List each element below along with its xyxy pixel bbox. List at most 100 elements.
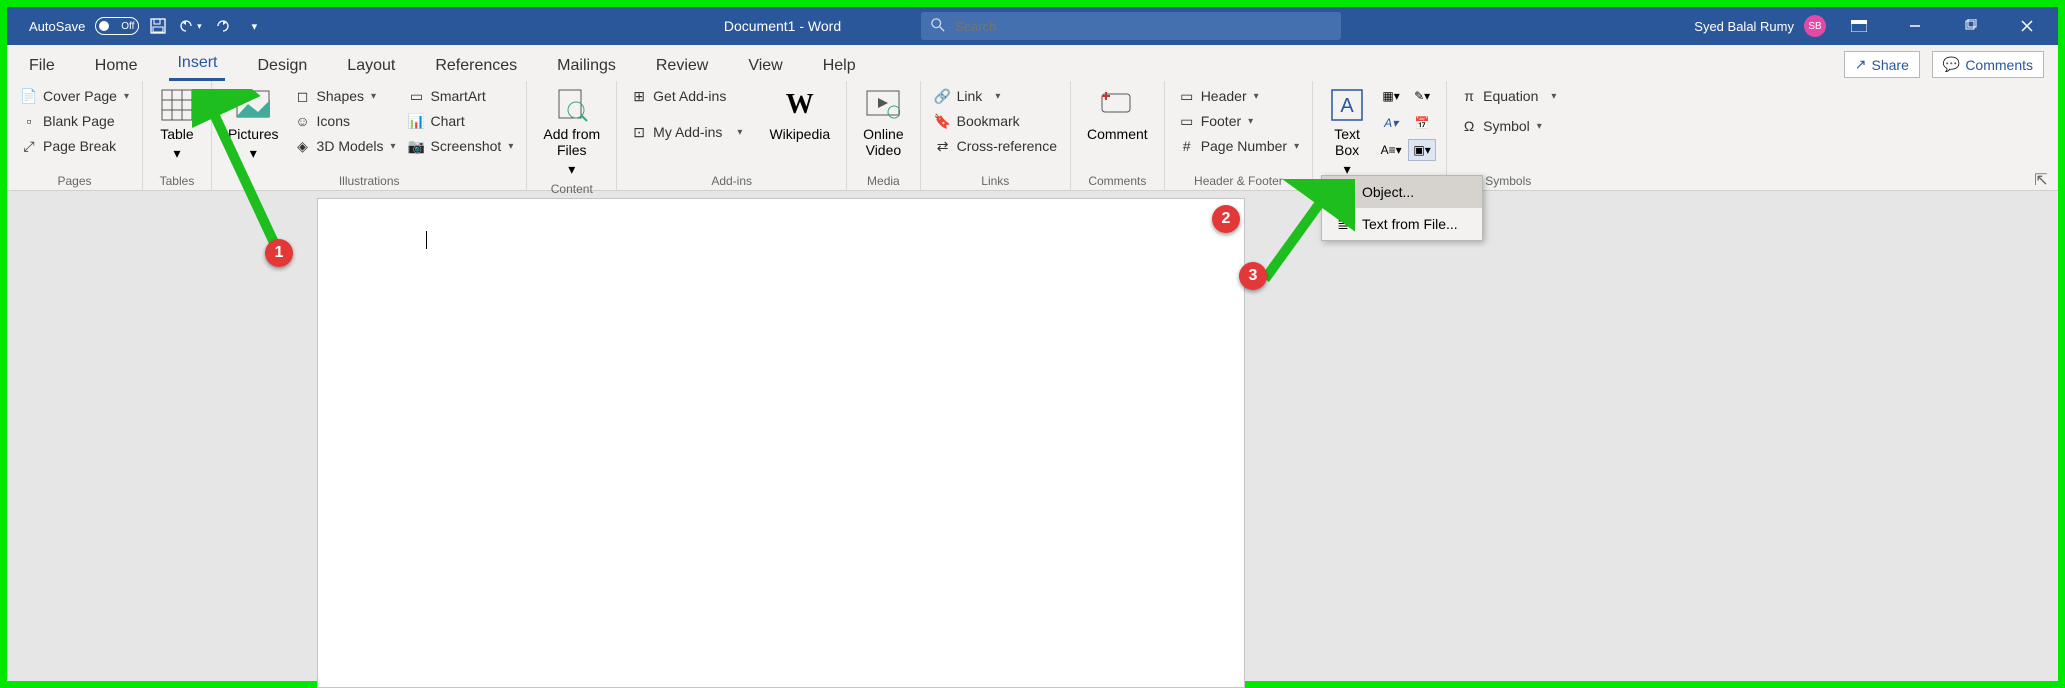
save-icon[interactable]	[145, 13, 171, 39]
add-from-files-button[interactable]: Add from Files▾	[537, 85, 606, 180]
share-button[interactable]: ↗Share	[1844, 51, 1920, 78]
tab-layout[interactable]: Layout	[339, 51, 403, 81]
wikipedia-icon: W	[782, 87, 818, 123]
menu-item-text-from-file[interactable]: ≣ Text from File...	[1322, 208, 1482, 240]
online-video-button[interactable]: Online Video	[857, 85, 909, 160]
group-tables: Table▾ Tables	[143, 81, 212, 190]
wikipedia-button[interactable]: W Wikipedia	[763, 85, 836, 144]
date-time-button[interactable]: 📅	[1408, 112, 1436, 134]
group-pages: 📄Cover Page▾ ▫Blank Page ⤢Page Break Pag…	[7, 81, 143, 190]
tab-design[interactable]: Design	[249, 51, 315, 81]
tab-mailings[interactable]: Mailings	[549, 51, 624, 81]
header-button[interactable]: ▭Header▾	[1175, 85, 1302, 107]
menu-item-object[interactable]: ▣ Object...	[1322, 176, 1482, 208]
group-media: Online Video Media	[847, 81, 920, 190]
comment-icon	[1099, 87, 1135, 123]
signature-line-button[interactable]: ✎▾	[1408, 85, 1436, 107]
header-icon: ▭	[1178, 87, 1196, 105]
chart-button[interactable]: 📊Chart	[405, 110, 517, 132]
comments-button[interactable]: 💬Comments	[1932, 51, 2044, 78]
document-title: Document1 - Word	[724, 18, 841, 34]
symbol-icon: Ω	[1460, 117, 1478, 135]
tab-references[interactable]: References	[427, 51, 525, 81]
quick-parts-button[interactable]: ▦▾	[1377, 85, 1405, 107]
wordart-button[interactable]: A▾	[1377, 112, 1405, 134]
comments-icon: 💬	[1943, 56, 1960, 73]
undo-icon[interactable]: ▾	[177, 13, 203, 39]
annotation-circle-1: 1	[265, 239, 293, 267]
equation-icon: π	[1460, 87, 1478, 105]
screenshot-icon: 📷	[408, 137, 426, 155]
search-input[interactable]	[955, 19, 1331, 34]
tab-help[interactable]: Help	[815, 51, 864, 81]
group-label-content: Content	[537, 180, 606, 196]
tab-view[interactable]: View	[740, 51, 790, 81]
group-links: 🔗Link▾ 🔖Bookmark ⇄Cross-reference Links	[921, 81, 1071, 190]
group-label-addins: Add-ins	[627, 172, 836, 188]
comment-button[interactable]: Comment	[1081, 85, 1154, 144]
screenshot-button[interactable]: 📷Screenshot▾	[405, 135, 517, 157]
search-box[interactable]	[921, 12, 1341, 40]
ribbon: 📄Cover Page▾ ▫Blank Page ⤢Page Break Pag…	[7, 81, 2058, 191]
object-button[interactable]: ▣▾	[1408, 139, 1436, 161]
cross-reference-icon: ⇄	[934, 137, 952, 155]
text-from-file-icon: ≣	[1334, 215, 1352, 233]
group-label-links: Links	[931, 172, 1060, 188]
pictures-button[interactable]: Pictures▾	[222, 85, 285, 164]
link-button[interactable]: 🔗Link▾	[931, 85, 1060, 107]
group-content: Add from Files▾ Content	[527, 81, 617, 190]
annotation-circle-3: 3	[1239, 262, 1267, 290]
page-break-button[interactable]: ⤢Page Break	[17, 135, 132, 157]
minimize-icon[interactable]	[1892, 7, 1938, 45]
object-menu-icon: ▣	[1334, 183, 1352, 201]
user-name[interactable]: Syed Balal Rumy	[1694, 19, 1794, 34]
my-addins-button[interactable]: ⊡My Add-ins▾	[627, 121, 745, 143]
equation-button[interactable]: πEquation▾	[1457, 85, 1559, 107]
tab-file[interactable]: File	[21, 51, 63, 81]
bookmark-icon: 🔖	[934, 112, 952, 130]
cross-reference-button[interactable]: ⇄Cross-reference	[931, 135, 1060, 157]
ribbon-display-icon[interactable]	[1836, 7, 1882, 45]
qat-customize-icon[interactable]: ▾	[241, 13, 267, 39]
get-addins-button[interactable]: ⊞Get Add-ins	[627, 85, 745, 107]
tab-home[interactable]: Home	[87, 51, 146, 81]
icons-button[interactable]: ☺Icons	[291, 110, 399, 132]
drop-cap-button[interactable]: A≡▾	[1377, 139, 1405, 161]
cover-page-button[interactable]: 📄Cover Page▾	[17, 85, 132, 107]
group-addins: ⊞Get Add-ins ⊡My Add-ins▾ W Wikipedia Ad…	[617, 81, 847, 190]
autosave-toggle[interactable]: Off	[95, 17, 139, 35]
group-illustrations: Pictures▾ ◻Shapes▾ ☺Icons ◈3D Models▾ ▭S…	[212, 81, 527, 190]
smartart-button[interactable]: ▭SmartArt	[405, 85, 517, 107]
group-label-pages: Pages	[17, 172, 132, 188]
close-icon[interactable]	[2004, 7, 2050, 45]
tab-insert[interactable]: Insert	[169, 48, 225, 81]
user-avatar[interactable]: SB	[1804, 15, 1826, 37]
title-bar: AutoSave Off ▾ ▾ Document1 - Word Syed B…	[7, 7, 2058, 45]
group-label-header-footer: Header & Footer	[1175, 172, 1302, 188]
table-button[interactable]: Table▾	[153, 85, 201, 164]
ribbon-tabs: File Home Insert Design Layout Reference…	[7, 45, 2058, 81]
page-break-icon: ⤢	[20, 137, 38, 155]
blank-page-button[interactable]: ▫Blank Page	[17, 110, 132, 132]
group-symbols: πEquation▾ ΩSymbol▾ Symbols	[1447, 81, 1569, 190]
smartart-icon: ▭	[408, 87, 426, 105]
group-comments: Comment Comments	[1071, 81, 1165, 190]
tab-review[interactable]: Review	[648, 51, 716, 81]
text-box-icon: A	[1329, 87, 1365, 123]
text-cursor	[426, 231, 427, 249]
group-label-media: Media	[857, 172, 909, 188]
maximize-icon[interactable]	[1948, 7, 1994, 45]
redo-icon[interactable]	[209, 13, 235, 39]
symbol-button[interactable]: ΩSymbol▾	[1457, 115, 1559, 137]
collapse-ribbon-icon[interactable]: ⇱	[2024, 170, 2058, 190]
document-page[interactable]: ▣ Object... ≣ Text from File...	[317, 198, 1245, 688]
object-dropdown-menu: ▣ Object... ≣ Text from File...	[1321, 175, 1483, 241]
bookmark-button[interactable]: 🔖Bookmark	[931, 110, 1060, 132]
shapes-button[interactable]: ◻Shapes▾	[291, 85, 399, 107]
page-number-button[interactable]: #Page Number▾	[1175, 135, 1302, 157]
group-label-illustrations: Illustrations	[222, 172, 516, 188]
page-number-icon: #	[1178, 137, 1196, 155]
footer-button[interactable]: ▭Footer▾	[1175, 110, 1302, 132]
text-box-button[interactable]: A Text Box▾	[1323, 85, 1371, 180]
3d-models-button[interactable]: ◈3D Models▾	[291, 135, 399, 157]
